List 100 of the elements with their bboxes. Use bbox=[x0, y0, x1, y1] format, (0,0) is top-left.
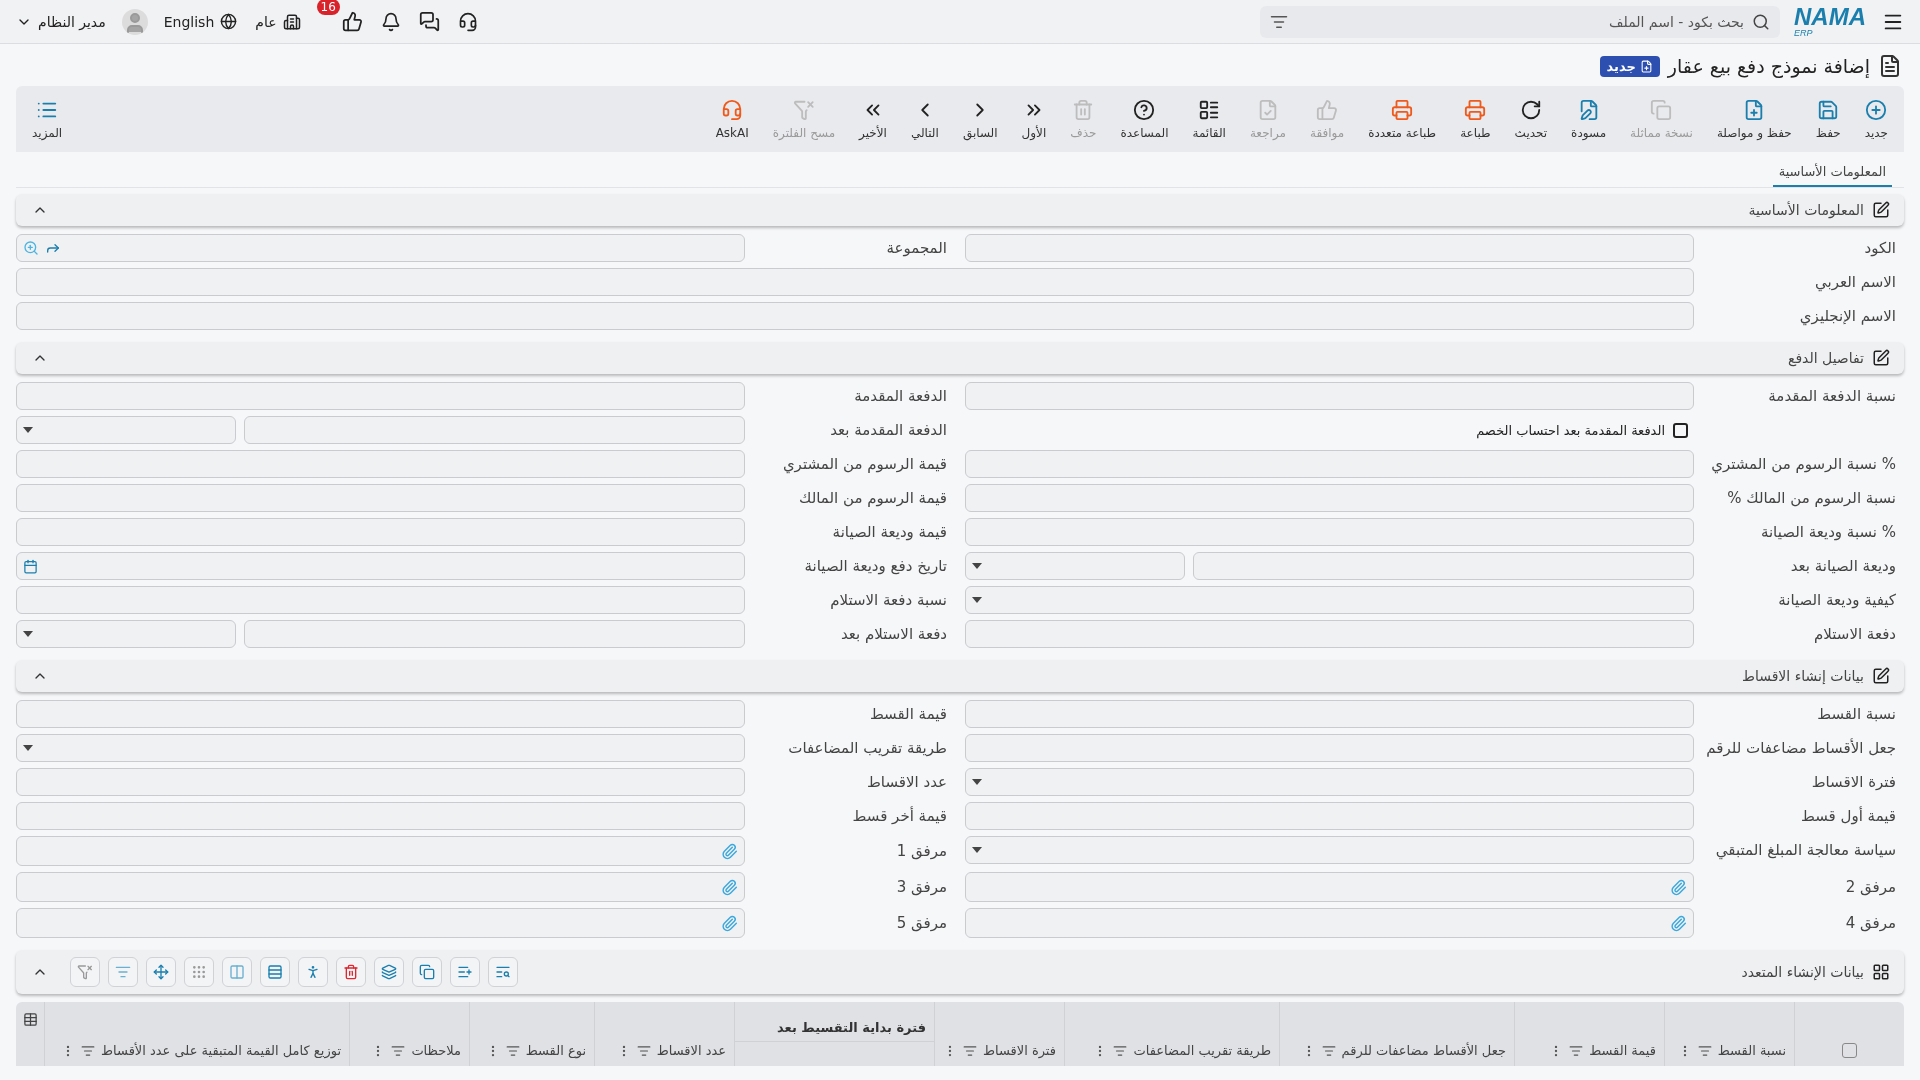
search-plus-icon[interactable] bbox=[23, 240, 39, 256]
move-button[interactable] bbox=[146, 957, 176, 987]
text-field[interactable] bbox=[244, 620, 745, 648]
column-header[interactable]: ملاحظات bbox=[411, 1043, 461, 1058]
text-field[interactable] bbox=[16, 586, 745, 614]
columns-button[interactable] bbox=[222, 957, 252, 987]
filter-icon[interactable] bbox=[1321, 1044, 1336, 1058]
text-field[interactable] bbox=[16, 700, 745, 728]
dropdown-field[interactable] bbox=[16, 734, 745, 762]
new-button[interactable]: جديد bbox=[1854, 94, 1898, 144]
column-header[interactable]: عدد الاقساط bbox=[656, 1043, 726, 1058]
text-field[interactable] bbox=[965, 620, 1694, 648]
calendar-icon[interactable] bbox=[23, 558, 38, 574]
branch-button[interactable]: عام bbox=[253, 10, 303, 33]
text-field[interactable] bbox=[16, 802, 745, 830]
filter-icon[interactable] bbox=[1113, 1044, 1128, 1058]
attachment-field[interactable] bbox=[965, 908, 1694, 938]
column-header[interactable]: نسبة القسط bbox=[1717, 1043, 1786, 1058]
save-button[interactable]: حفظ bbox=[1805, 94, 1851, 144]
text-field[interactable] bbox=[965, 484, 1694, 512]
attachment-field[interactable] bbox=[16, 908, 745, 938]
field-label: جعل الأقساط مضاعفات للرقم bbox=[1705, 739, 1897, 757]
next-button[interactable]: التالي bbox=[900, 94, 949, 144]
person-button[interactable] bbox=[298, 957, 328, 987]
dropdown-field[interactable] bbox=[965, 586, 1694, 614]
refresh-button[interactable]: تحديث bbox=[1504, 94, 1558, 144]
dropdown-field[interactable] bbox=[965, 768, 1694, 796]
multi-print-button[interactable]: طباعة متعددة bbox=[1358, 94, 1447, 144]
text-field[interactable] bbox=[1193, 552, 1694, 580]
print-button[interactable]: طباعة bbox=[1450, 94, 1501, 144]
attachment-field[interactable] bbox=[16, 872, 745, 902]
list-plus-button[interactable] bbox=[450, 957, 480, 987]
tab[interactable]: المعلومات الأساسية bbox=[1772, 156, 1892, 187]
filter-clear-button[interactable] bbox=[70, 957, 100, 987]
list-button[interactable]: القائمة bbox=[1182, 94, 1236, 144]
save-continue-button[interactable]: حفظ و مواصلة bbox=[1706, 94, 1802, 144]
dropdown-field[interactable] bbox=[16, 416, 236, 444]
search-field[interactable]: بحث بكود - اسم الملف bbox=[1260, 5, 1780, 38]
text-field[interactable] bbox=[965, 700, 1694, 728]
table-icon[interactable] bbox=[22, 1012, 38, 1027]
column-header[interactable]: جعل الأقساط مضاعفات للرقم bbox=[1341, 1043, 1506, 1058]
checkbox[interactable] bbox=[1673, 422, 1688, 438]
lookup-field[interactable] bbox=[16, 234, 745, 262]
paperclip-icon[interactable] bbox=[1670, 878, 1687, 896]
text-field[interactable] bbox=[16, 518, 745, 546]
text-field[interactable] bbox=[965, 734, 1694, 762]
filter-icon[interactable] bbox=[505, 1044, 520, 1058]
filter-icon[interactable] bbox=[962, 1044, 977, 1058]
text-field[interactable] bbox=[16, 382, 745, 410]
date-field[interactable] bbox=[16, 552, 745, 580]
dropdown-field[interactable] bbox=[16, 620, 236, 648]
previous-button[interactable]: السابق bbox=[952, 94, 1008, 144]
first-button[interactable]: الأول bbox=[1011, 94, 1057, 144]
more-button[interactable]: المزيد bbox=[22, 94, 73, 144]
paperclip-icon[interactable] bbox=[721, 914, 738, 932]
edit-icon bbox=[1872, 349, 1890, 367]
filter-icon[interactable] bbox=[391, 1044, 406, 1058]
ask-ai-button[interactable]: AskAI bbox=[705, 94, 759, 144]
text-field[interactable] bbox=[16, 484, 745, 512]
dropdown-field[interactable] bbox=[965, 552, 1185, 580]
select-all-checkbox[interactable] bbox=[1842, 1043, 1857, 1058]
last-button[interactable]: الأخير bbox=[849, 94, 897, 144]
rows-button[interactable] bbox=[260, 957, 290, 987]
filter-icon[interactable] bbox=[1697, 1044, 1712, 1058]
column-header[interactable]: توزيع كامل القيمة المتبقية على عدد الأقساط bbox=[101, 1043, 341, 1058]
draft-button[interactable]: مسودة bbox=[1561, 94, 1617, 144]
text-field[interactable] bbox=[965, 450, 1694, 478]
text-field[interactable] bbox=[965, 234, 1694, 262]
text-field[interactable] bbox=[965, 382, 1694, 410]
filter-icon[interactable] bbox=[1569, 1044, 1584, 1058]
column-header[interactable]: طريقة تقريب المضاعفات bbox=[1133, 1043, 1271, 1058]
search-input[interactable]: بحث بكود - اسم الملف bbox=[1294, 12, 1746, 31]
attachment-field[interactable] bbox=[965, 872, 1694, 902]
help-button[interactable]: المساعدة bbox=[1110, 94, 1179, 144]
paperclip-icon[interactable] bbox=[721, 842, 738, 860]
text-field[interactable] bbox=[965, 518, 1694, 546]
list-search-button[interactable] bbox=[488, 957, 518, 987]
column-header[interactable]: فترة الاقساط bbox=[982, 1043, 1056, 1058]
layers-button[interactable] bbox=[374, 957, 404, 987]
text-field[interactable] bbox=[16, 302, 1694, 330]
user-menu-button[interactable]: مدير النظام bbox=[14, 11, 108, 32]
filter-icon[interactable] bbox=[636, 1044, 651, 1058]
filter-icon[interactable] bbox=[81, 1044, 96, 1058]
text-field[interactable] bbox=[244, 416, 745, 444]
attachment-field[interactable] bbox=[16, 836, 745, 866]
column-header[interactable]: قيمة القسط bbox=[1589, 1043, 1656, 1058]
text-field[interactable] bbox=[16, 768, 745, 796]
trash-button[interactable] bbox=[336, 957, 366, 987]
text-field[interactable] bbox=[16, 450, 745, 478]
filter-button[interactable] bbox=[108, 957, 138, 987]
column-header[interactable]: نوع القسط bbox=[525, 1043, 586, 1058]
paperclip-icon[interactable] bbox=[1670, 914, 1687, 932]
language-button[interactable]: English bbox=[161, 11, 240, 32]
dots-grid-button[interactable] bbox=[184, 957, 214, 987]
text-field[interactable] bbox=[965, 802, 1694, 830]
paperclip-icon[interactable] bbox=[721, 878, 738, 896]
copy-button[interactable] bbox=[412, 957, 442, 987]
dropdown-field[interactable] bbox=[965, 836, 1694, 864]
logo[interactable]: NAMA ERP bbox=[1794, 5, 1866, 38]
text-field[interactable] bbox=[16, 268, 1694, 296]
